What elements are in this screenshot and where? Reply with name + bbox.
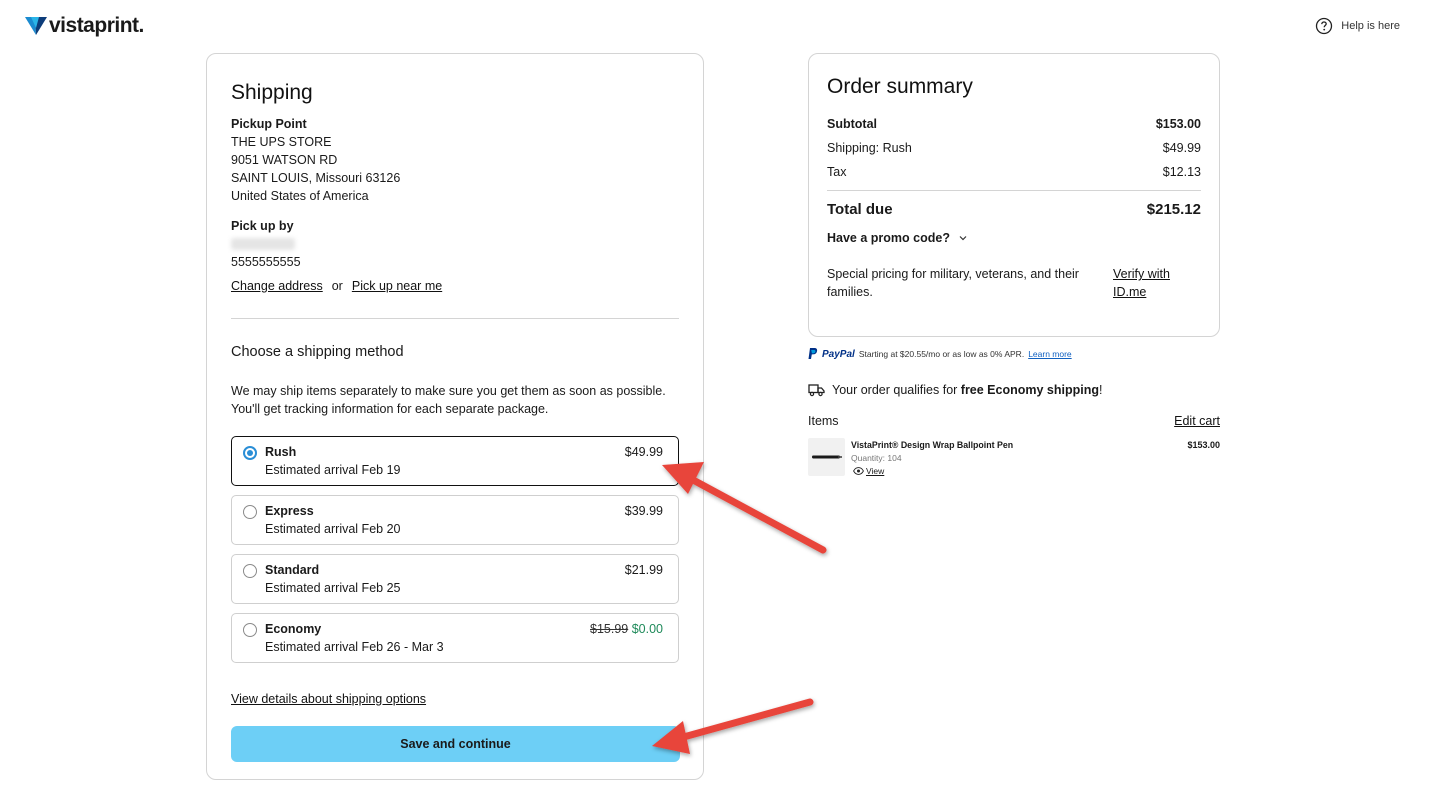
free-shipping-highlight: free Economy shipping	[960, 383, 1099, 397]
shipping-title: Shipping	[231, 81, 313, 104]
product-name: VistaPrint® Design Wrap Ballpoint Pen	[851, 440, 1014, 450]
tax-label: Tax	[827, 165, 847, 179]
radio-button[interactable]	[243, 564, 257, 578]
question-circle-icon	[1316, 17, 1333, 35]
shipping-card: Shipping Pickup Point THE UPS STORE 9051…	[206, 53, 704, 780]
save-and-continue-button[interactable]: Save and continue	[231, 726, 680, 762]
radio-button[interactable]	[243, 623, 257, 637]
shipping-option-standard[interactable]: Standard Estimated arrival Feb 25 $21.99	[231, 554, 679, 604]
subtotal-label: Subtotal	[827, 117, 877, 131]
total-label: Total due	[827, 201, 893, 218]
pick-up-near-me-link[interactable]: Pick up near me	[352, 277, 442, 295]
option-eta: Estimated arrival Feb 25	[265, 581, 401, 595]
shipping-value: $49.99	[1162, 141, 1201, 155]
shipping-method-note: We may ship items separately to make sur…	[231, 384, 666, 416]
free-shipping-notice: Your order qualifies for free Economy sh…	[808, 383, 1102, 397]
product-thumbnail[interactable]	[808, 438, 845, 476]
option-eta: Estimated arrival Feb 20	[265, 522, 401, 536]
address-line: SAINT LOUIS, Missouri 63126	[231, 171, 401, 185]
shipping-details-link[interactable]: View details about shipping options	[231, 690, 426, 708]
paypal-brand: PayPal	[822, 348, 855, 360]
paypal-learn-more-link[interactable]: Learn more	[1028, 349, 1071, 359]
option-price: $21.99	[624, 563, 663, 577]
subtotal-value: $153.00	[1155, 117, 1201, 131]
option-price: $39.99	[624, 504, 663, 518]
paypal-text: Starting at $20.55/mo or as low as 0% AP…	[858, 349, 1025, 359]
free-shipping-suffix: !	[1099, 383, 1103, 397]
logo-text: vistaprint.	[49, 14, 144, 37]
option-name: Standard	[265, 563, 320, 577]
delivery-truck-icon	[808, 384, 825, 397]
radio-button-selected[interactable]	[243, 446, 257, 460]
change-address-link[interactable]: Change address	[231, 277, 323, 295]
option-price-group: $15.99 $0.00	[590, 622, 663, 636]
original-price: $15.99	[590, 622, 629, 636]
view-item-label: View	[866, 466, 885, 476]
subtotal-row: Subtotal $153.00	[827, 117, 1201, 131]
option-price: $49.99	[624, 445, 663, 459]
vistaprint-logo-icon	[25, 17, 47, 35]
address-line: THE UPS STORE	[231, 135, 332, 149]
radio-button[interactable]	[243, 505, 257, 519]
promo-code-label: Have a promo code?	[827, 231, 950, 245]
shipping-option-rush[interactable]: Rush Estimated arrival Feb 19 $49.99	[231, 436, 679, 486]
military-pricing-text: Special pricing for military, veterans, …	[827, 267, 1079, 299]
items-section: Items Edit cart	[808, 414, 1220, 428]
edit-cart-link[interactable]: Edit cart	[1174, 414, 1220, 428]
option-name: Economy	[265, 622, 322, 636]
option-eta: Estimated arrival Feb 26 - Mar 3	[265, 640, 444, 654]
shipping-method-title: Choose a shipping method	[231, 344, 404, 360]
order-summary-card: Order summary Subtotal $153.00 Shipping:…	[808, 53, 1220, 337]
tax-value: $12.13	[1162, 165, 1201, 179]
section-divider	[231, 318, 679, 319]
shipping-row: Shipping: Rush $49.99	[827, 141, 1201, 155]
eye-icon	[853, 467, 864, 475]
items-label: Items	[808, 414, 839, 428]
help-text: Help is here	[1341, 20, 1400, 32]
cart-item: VistaPrint® Design Wrap Ballpoint Pen Qu…	[808, 438, 1220, 478]
total-row: Total due $215.12	[827, 201, 1201, 218]
help-link[interactable]: Help is here	[1315, 17, 1400, 35]
shipping-option-express[interactable]: Express Estimated arrival Feb 20 $39.99	[231, 495, 679, 545]
summary-divider	[827, 190, 1201, 191]
redacted-name	[231, 238, 295, 250]
address-line: United States of America	[231, 189, 369, 203]
option-name: Rush	[265, 445, 297, 459]
total-value: $215.12	[1146, 201, 1201, 218]
shipping-option-economy[interactable]: Economy Estimated arrival Feb 26 - Mar 3…	[231, 613, 679, 663]
order-summary-title: Order summary	[827, 75, 973, 98]
phone-number: 5555555555	[231, 255, 301, 269]
or-text: or	[331, 279, 343, 293]
chevron-down-icon	[959, 236, 967, 241]
pickup-point-label: Pickup Point	[231, 117, 307, 131]
paypal-icon	[808, 348, 818, 359]
vistaprint-logo[interactable]: vistaprint.	[25, 14, 144, 38]
shipping-label: Shipping: Rush	[827, 141, 912, 155]
tax-row: Tax $12.13	[827, 165, 1201, 179]
view-item-link[interactable]: View	[853, 466, 884, 476]
pen-image	[812, 455, 842, 459]
pick-up-by-label: Pick up by	[231, 219, 294, 233]
verify-idme-link[interactable]: Verify with ID.me	[1113, 265, 1193, 301]
discounted-price: $0.00	[631, 622, 663, 636]
address-actions: Change address or Pick up near me	[231, 277, 442, 295]
paypal-financing: PayPal Starting at $20.55/mo or as low a…	[808, 348, 1072, 360]
option-eta: Estimated arrival Feb 19	[265, 463, 401, 477]
product-quantity: Quantity: 104	[851, 453, 902, 463]
option-name: Express	[265, 504, 314, 518]
address-line: 9051 WATSON RD	[231, 153, 338, 167]
product-price: $153.00	[1187, 440, 1220, 450]
free-shipping-prefix: Your order qualifies for	[832, 383, 961, 397]
promo-code-toggle[interactable]: Have a promo code?	[827, 229, 968, 247]
